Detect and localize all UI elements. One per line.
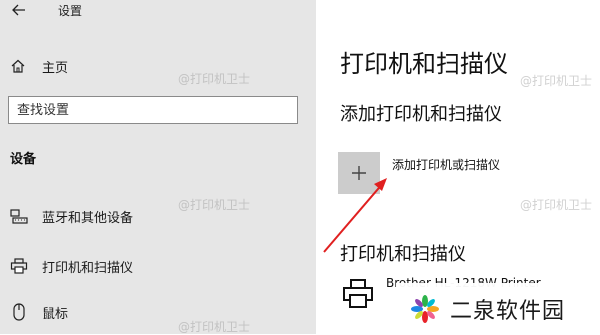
brand-text: 二泉软件园 xyxy=(450,298,566,324)
sidebar-item-printers[interactable]: 打印机和扫描仪 xyxy=(0,252,316,280)
sidebar-item-label: 蓝牙和其他设备 xyxy=(42,210,134,226)
back-arrow-icon[interactable] xyxy=(6,0,32,20)
sidebar-item-home[interactable]: 主页 xyxy=(0,52,316,80)
sidebar-item-mouse[interactable]: 鼠标 xyxy=(0,298,316,326)
bluetooth-devices-icon xyxy=(10,207,28,225)
plus-icon xyxy=(351,165,367,181)
settings-sidebar: 设置 主页 设备 蓝牙和其他设备 打印机和扫描仪 鼠标 xyxy=(0,0,316,334)
section-heading-devices: 设备 xyxy=(10,152,37,167)
add-printer-label: 添加打印机或扫描仪 xyxy=(392,158,501,172)
printer-icon xyxy=(338,274,378,314)
printers-section-title: 打印机和扫描仪 xyxy=(340,244,466,265)
printer-icon xyxy=(10,257,28,275)
home-icon xyxy=(10,58,26,74)
pinwheel-logo-icon xyxy=(410,294,440,324)
window-title: 设置 xyxy=(58,4,83,18)
sidebar-item-bluetooth[interactable]: 蓝牙和其他设备 xyxy=(0,202,316,230)
brand-logo-overlay: 二泉软件园 xyxy=(396,283,600,334)
page-title: 打印机和扫描仪 xyxy=(340,50,508,78)
sidebar-item-label: 鼠标 xyxy=(42,306,69,322)
add-tile[interactable] xyxy=(338,152,380,194)
add-section-title: 添加打印机和扫描仪 xyxy=(340,104,502,125)
search-box[interactable] xyxy=(8,96,298,124)
search-input[interactable] xyxy=(9,102,297,118)
mouse-icon xyxy=(10,303,28,321)
add-printer-button[interactable]: 添加打印机或扫描仪 xyxy=(338,152,500,194)
sidebar-item-label: 主页 xyxy=(42,60,69,76)
sidebar-item-label: 打印机和扫描仪 xyxy=(42,260,134,276)
